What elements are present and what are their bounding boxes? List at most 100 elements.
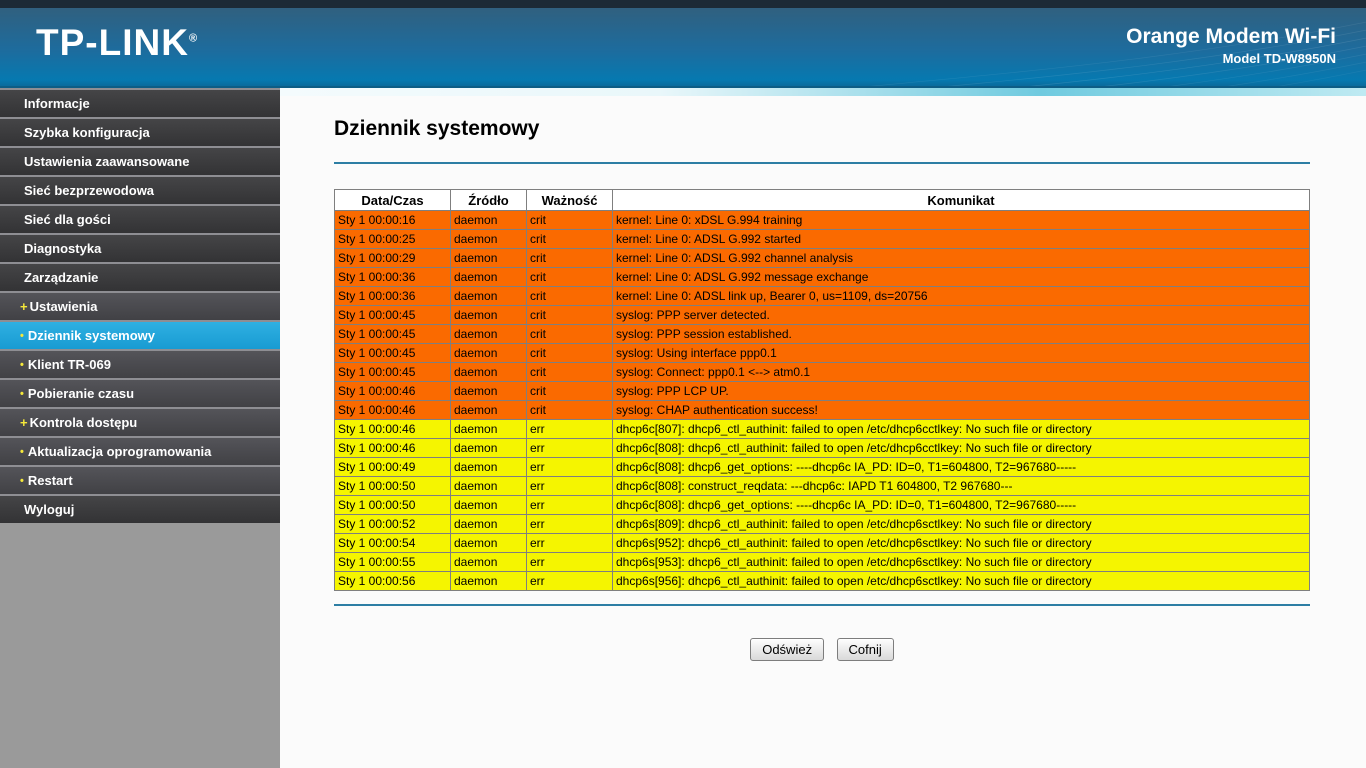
refresh-button[interactable]: Odśwież (750, 638, 825, 661)
sidebar-item-label: Ustawienia zaawansowane (24, 154, 190, 169)
log-row: Sty 1 00:00:52 daemon err dhcp6s[809]: dhcp… (334, 514, 1310, 534)
page-title: Dziennik systemowy (334, 117, 540, 140)
sidebar-item-informacje[interactable]: Informacje (0, 88, 280, 117)
log-source-cell: daemon (450, 381, 527, 401)
log-row: Sty 1 00:00:16 daemon crit kernel: Line 0: … (334, 210, 1310, 230)
log-source-cell: daemon (450, 400, 527, 420)
log-time-cell: Sty 1 00:00:45 (334, 305, 451, 325)
log-message-cell: syslog: Connect: ppp0.1 <--> atm0.1 (612, 362, 1310, 382)
log-time-cell: Sty 1 00:00:46 (334, 419, 451, 439)
sidebar-item-label: Restart (27, 473, 73, 488)
divider-top (334, 162, 1310, 164)
system-log-table: Data/Czas Źródło Ważność Komunikat Sty 1… (334, 189, 1310, 591)
sidebar-item-szybka-konfiguracja[interactable]: Szybka konfiguracja (0, 117, 280, 146)
log-source-cell: daemon (450, 343, 527, 363)
sidebar-item-label: Szybka konfiguracja (24, 125, 150, 140)
log-row: Sty 1 00:00:50 daemon err dhcp6c[808]: cons… (334, 476, 1310, 496)
log-message-cell: dhcp6s[952]: dhcp6_ctl_authinit: failed … (612, 533, 1310, 553)
sidebar-item-label: Informacje (24, 96, 90, 111)
log-source-cell: daemon (450, 229, 527, 249)
log-severity-cell: err (526, 419, 613, 439)
sidebar-item-diagnostyka[interactable]: Diagnostyka (0, 233, 280, 262)
log-source-cell: daemon (450, 248, 527, 268)
log-source-cell: daemon (450, 514, 527, 534)
log-source-cell: daemon (450, 286, 527, 306)
log-row: Sty 1 00:00:49 daemon err dhcp6c[808]: dhcp… (334, 457, 1310, 477)
log-message-cell: kernel: Line 0: ADSL G.992 message excha… (612, 267, 1310, 287)
log-severity-cell: crit (526, 286, 613, 306)
sidebar-item-dziennik-systemowy[interactable]: • Dziennik systemowy (0, 320, 280, 349)
log-severity-cell: err (526, 495, 613, 515)
menu-bullet-icon: • (20, 474, 24, 487)
sidebar-item-ustawienia-zaawansowane[interactable]: Ustawienia zaawansowane (0, 146, 280, 175)
log-row: Sty 1 00:00:36 daemon crit kernel: Line 0: … (334, 267, 1310, 287)
log-time-cell: Sty 1 00:00:52 (334, 514, 451, 534)
sidebar-item-pobieranie-czasu[interactable]: • Pobieranie czasu (0, 378, 280, 407)
log-time-cell: Sty 1 00:00:55 (334, 552, 451, 572)
log-time-cell: Sty 1 00:00:25 (334, 229, 451, 249)
log-row: Sty 1 00:00:46 daemon crit syslog: PPP LCP … (334, 381, 1310, 401)
log-row: Sty 1 00:00:45 daemon crit syslog: Connect:… (334, 362, 1310, 382)
log-time-cell: Sty 1 00:00:49 (334, 457, 451, 477)
log-source-cell: daemon (450, 267, 527, 287)
log-message-cell: syslog: PPP LCP UP. (612, 381, 1310, 401)
log-message-cell: syslog: PPP session established. (612, 324, 1310, 344)
sidebar-item-label: Sieć bezprzewodowa (24, 183, 155, 198)
log-message-cell: dhcp6c[808]: dhcp6_get_options: ----dhcp… (612, 495, 1310, 515)
sidebar-item-kontrola-dost-pu[interactable]: + Kontrola dostępu (0, 407, 280, 436)
menu-bullet-icon: • (20, 387, 24, 400)
sidebar-item-label: Pobieranie czasu (27, 386, 135, 401)
column-header-datetime: Data/Czas (334, 189, 451, 211)
log-severity-cell: crit (526, 267, 613, 287)
log-severity-cell: crit (526, 362, 613, 382)
sidebar-item-klient-tr-069[interactable]: • Klient TR-069 (0, 349, 280, 378)
log-source-cell: daemon (450, 533, 527, 553)
model-number: Model TD-W8950N (1222, 51, 1336, 66)
log-message-cell: dhcp6s[953]: dhcp6_ctl_authinit: failed … (612, 552, 1310, 572)
sidebar-item-wyloguj[interactable]: Wyloguj (0, 494, 280, 523)
log-message-cell: dhcp6s[956]: dhcp6_ctl_authinit: failed … (612, 571, 1310, 591)
log-severity-cell: crit (526, 229, 613, 249)
back-button[interactable]: Cofnij (836, 638, 894, 661)
sidebar-item-ustawienia[interactable]: + Ustawienia (0, 291, 280, 320)
log-severity-cell: crit (526, 210, 613, 230)
log-severity-cell: crit (526, 400, 613, 420)
sidebar-item-label: Dziennik systemowy (27, 328, 156, 343)
log-message-cell: dhcp6c[807]: dhcp6_ctl_authinit: failed … (612, 419, 1310, 439)
menu-bullet-icon: • (20, 445, 24, 458)
log-row: Sty 1 00:00:54 daemon err dhcp6s[952]: dhcp… (334, 533, 1310, 553)
log-source-cell: daemon (450, 305, 527, 325)
sidebar-item-zarz-dzanie[interactable]: Zarządzanie (0, 262, 280, 291)
log-severity-cell: crit (526, 324, 613, 344)
log-time-cell: Sty 1 00:00:45 (334, 343, 451, 363)
log-time-cell: Sty 1 00:00:50 (334, 476, 451, 496)
log-time-cell: Sty 1 00:00:50 (334, 495, 451, 515)
log-row: Sty 1 00:00:45 daemon crit syslog: PPP serv… (334, 305, 1310, 325)
log-time-cell: Sty 1 00:00:16 (334, 210, 451, 230)
log-severity-cell: err (526, 552, 613, 572)
log-message-cell: kernel: Line 0: xDSL G.994 training (612, 210, 1310, 230)
sidebar-item-sie-dla-go-ci[interactable]: Sieć dla gości (0, 204, 280, 233)
sidebar-item-aktualizacja-oprogramowania[interactable]: • Aktualizacja oprogramowania (0, 436, 280, 465)
log-severity-cell: err (526, 457, 613, 477)
log-message-cell: dhcp6c[808]: dhcp6_get_options: ----dhcp… (612, 457, 1310, 477)
log-severity-cell: err (526, 571, 613, 591)
log-time-cell: Sty 1 00:00:46 (334, 381, 451, 401)
sidebar-item-sie-bezprzewodowa[interactable]: Sieć bezprzewodowa (0, 175, 280, 204)
log-time-cell: Sty 1 00:00:36 (334, 267, 451, 287)
log-severity-cell: err (526, 438, 613, 458)
log-row: Sty 1 00:00:29 daemon crit kernel: Line 0: … (334, 248, 1310, 268)
log-message-cell: dhcp6c[808]: construct_reqdata: ---dhcp6… (612, 476, 1310, 496)
registered-trademark: ® (188, 32, 199, 45)
main-panel: Dziennik systemowy Data/Czas Źródło Ważn… (280, 88, 1366, 768)
router-admin-page: TP-LINK® Orange Modem Wi-Fi Model TD-W89… (0, 0, 1366, 768)
sidebar-item-restart[interactable]: • Restart (0, 465, 280, 494)
log-source-cell: daemon (450, 324, 527, 344)
log-row: Sty 1 00:00:36 daemon crit kernel: Line 0: … (334, 286, 1310, 306)
log-message-cell: kernel: Line 0: ADSL G.992 channel analy… (612, 248, 1310, 268)
log-time-cell: Sty 1 00:00:45 (334, 324, 451, 344)
log-time-cell: Sty 1 00:00:36 (334, 286, 451, 306)
log-time-cell: Sty 1 00:00:56 (334, 571, 451, 591)
tplink-logo: TP-LINK® (36, 22, 199, 63)
log-message-cell: kernel: Line 0: ADSL link up, Bearer 0, … (612, 286, 1310, 306)
